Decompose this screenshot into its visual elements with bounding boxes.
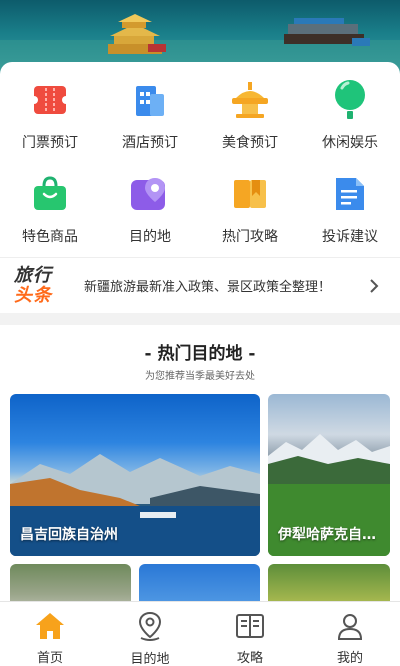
popular-destinations-section: - 热门目的地 - 为您推荐当季最美好去处 昌吉回族自治州 伊犁哈萨克自… [0, 325, 400, 624]
tab-label: 攻略 [236, 651, 263, 666]
news-headline[interactable]: 新疆旅游最新准入政策、景区政策全整理！ [84, 276, 362, 295]
category-grid: 门票预订 酒店预订 美食预订 休闲娱乐 特色商品 目的地 热门攻略 投诉建议 [0, 72, 400, 250]
destination-card-ili[interactable]: 伊犁哈萨克自… [268, 394, 390, 556]
tab-label: 目的地 [130, 652, 170, 666]
logo-line2: 头条 [14, 284, 52, 306]
app-page: 门票预订 酒店预订 美食预订 休闲娱乐 特色商品 目的地 热门攻略 投诉建议 旅… [0, 0, 400, 666]
balloon-icon [328, 78, 372, 122]
category-label: 美食预订 [222, 135, 278, 151]
category-leisure[interactable]: 休闲娱乐 [300, 72, 400, 156]
tab-guide[interactable]: 攻略 [200, 602, 300, 666]
category-label: 酒店预订 [122, 135, 178, 151]
category-label: 休闲娱乐 [322, 135, 378, 151]
home-icon [34, 610, 66, 641]
category-label: 热门攻略 [222, 229, 278, 245]
guide-book-icon [228, 172, 272, 216]
section-title: - 热门目的地 - [144, 344, 256, 364]
category-hotel[interactable]: 酒店预订 [100, 72, 200, 156]
complaint-doc-icon [328, 172, 372, 216]
pagoda-boat-image [108, 14, 166, 54]
shopping-bag-icon [28, 172, 72, 216]
tab-label: 首页 [36, 651, 63, 666]
category-card: 门票预订 酒店预订 美食预订 休闲娱乐 特色商品 目的地 热门攻略 投诉建议 [0, 62, 400, 257]
category-shopping[interactable]: 特色商品 [0, 166, 100, 250]
travel-headlines-logo: 旅行 头条 [14, 263, 84, 309]
tab-destination[interactable]: 目的地 [100, 602, 200, 666]
book-icon [234, 610, 266, 641]
chevron-right-icon[interactable] [362, 274, 386, 298]
tab-mine[interactable]: 我的 [300, 602, 400, 666]
category-food[interactable]: 美食预订 [200, 72, 300, 156]
destination-label: 伊犁哈萨克自… [278, 527, 376, 543]
destination-label: 昌吉回族自治州 [20, 527, 118, 543]
food-icon [228, 78, 272, 122]
category-label: 目的地 [129, 229, 171, 245]
category-label: 门票预订 [22, 135, 78, 151]
category-complaint[interactable]: 投诉建议 [300, 166, 400, 250]
section-subtitle: 为您推荐当季最美好去处 [145, 371, 255, 382]
map-pin-icon [128, 172, 172, 216]
bottom-tab-bar: 首页 目的地 攻略 我的 [0, 601, 400, 666]
destination-card-changji[interactable]: 昌吉回族自治州 [10, 394, 260, 556]
news-ticker[interactable]: 旅行 头条 新疆旅游最新准入政策、景区政策全整理！ [0, 257, 400, 313]
ticket-icon [28, 78, 72, 122]
tab-label: 我的 [336, 651, 363, 666]
category-label: 特色商品 [22, 229, 78, 245]
category-label: 投诉建议 [322, 229, 378, 245]
category-ticket[interactable]: 门票预订 [0, 72, 100, 156]
cruise-boat-image [284, 18, 370, 46]
user-icon [334, 610, 366, 641]
location-icon [134, 610, 166, 642]
category-destination[interactable]: 目的地 [100, 166, 200, 250]
tab-home[interactable]: 首页 [0, 602, 100, 666]
logo-line1: 旅行 [14, 264, 52, 286]
category-guide[interactable]: 热门攻略 [200, 166, 300, 250]
hotel-icon [128, 78, 172, 122]
